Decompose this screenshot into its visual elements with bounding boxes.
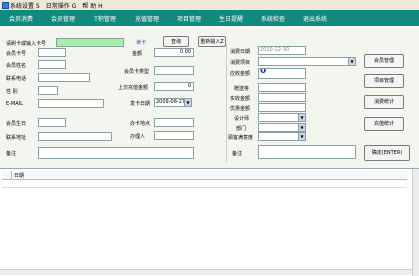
menu-daily-label: 日常操作 G [45,2,77,10]
menu-bar: 系统设置 S 日常操作 G 帮 助 H [0,0,419,10]
designer-label: 设计师 [234,116,250,122]
last-recharge-field[interactable]: 0 [154,82,194,91]
issue-date-label: 发卡日期 [130,101,151,107]
gender-label: 性 别 [6,89,18,95]
app-icon [2,1,9,9]
toolbar-birthday-reminder[interactable]: 生日提醒 [214,14,248,23]
designer-select[interactable]: ▼ [258,113,306,122]
birthday-label: 会员生日 [6,121,27,127]
grid-column-date[interactable]: 日期 [14,172,24,179]
toolbar-exit[interactable]: 退出系统 [298,14,332,23]
confirm-button[interactable]: 确定(ENTER) [364,145,410,161]
card-no-label: 会员卡号 [6,51,27,57]
issue-date-value: 2009-08-27 [156,99,186,105]
department-select[interactable]: ▼ [258,123,306,132]
handler-field[interactable] [154,131,194,140]
records-grid: 日期 [0,168,419,276]
phone-field[interactable] [38,73,90,82]
remark-field[interactable] [38,147,194,159]
menu-system-label: 系统设置 S [10,2,40,10]
gender-field[interactable] [38,86,58,95]
amount-field[interactable]: 0.00 [154,48,194,57]
card-no-field[interactable] [38,48,66,57]
toolbar-points-manage[interactable]: T积管理 [88,14,122,23]
address-label: 联系地址 [6,135,27,141]
discount-field[interactable] [258,103,306,112]
right-remark-field[interactable] [258,145,356,159]
chevron-down-icon: ▼ [298,124,305,131]
birthday-field[interactable] [38,118,66,127]
query-button[interactable]: 查询 [163,36,189,47]
last-recharge-label: 上次充值金额 [118,85,149,91]
issue-place-field[interactable] [154,118,194,127]
handler-label: 办理人 [130,134,146,140]
consume-item-select[interactable]: ▼ [258,57,356,66]
toolbar-system-check[interactable]: 系统检查 [256,14,290,23]
grid-vertical-scrollbar[interactable] [412,169,419,276]
consume-form: 请刷卡或输入卡号 读卡 查询 重新输入Z 会员卡号 会员姓名 联系电话 性 别 … [0,26,419,168]
email-field[interactable] [38,99,104,108]
menu-system[interactable]: 系统设置 S [2,1,40,10]
toolbar-item-manage[interactable]: 项目管理 [172,14,206,23]
toolbar-member-consume[interactable]: 会员消费 [4,14,38,23]
satisfaction-select[interactable]: ▼ [258,132,306,141]
issue-place-label: 办卡地点 [130,121,151,127]
member-manage-button[interactable]: 会员管理 [364,54,404,68]
recharge-stats-button[interactable]: 充值统计 [364,117,404,131]
due-amount-label: 应收金额 [230,71,251,77]
satisfaction-label: 顾客满意度 [228,135,254,141]
toolbar-recharge-manage[interactable]: 充值管理 [130,14,164,23]
due-amount-value: 0 [260,68,267,76]
card-type-label: 会员卡类型 [124,69,150,75]
email-label: E-MAIL [6,101,23,107]
read-card-link[interactable]: 读卡 [136,39,146,46]
menu-help-label: 帮 助 H [82,2,103,10]
grid-row-selector-header [2,171,12,180]
card-type-field[interactable] [154,66,194,75]
reset-input-button[interactable]: 重新输入Z [198,36,226,47]
consume-item-label: 消费项目 [230,60,251,66]
remark-label: 备注 [6,151,17,157]
menu-daily[interactable]: 日常操作 G [46,1,77,10]
chevron-down-icon: ▼ [298,133,305,140]
coupon-label: 赠送劵 [234,86,250,92]
name-field[interactable] [38,60,66,69]
actual-amount-label: 实收金额 [230,96,251,102]
chevron-down-icon: ▼ [184,99,191,106]
consume-stats-button[interactable]: 消费统计 [364,95,404,109]
name-label: 会员姓名 [6,63,27,69]
grid-horizontal-scrollbar[interactable] [0,269,412,275]
phone-label: 联系电话 [6,76,27,82]
main-toolbar: 会员消费 会员管理 T积管理 充值管理 项目管理 生日提醒 系统检查 退出系统 [0,10,419,26]
chevron-down-icon: ▼ [298,114,305,121]
coupon-field[interactable] [258,83,306,92]
right-remark-label: 备注 [232,151,243,157]
department-label: 部门 [236,126,247,132]
card-prompt-label: 请刷卡或输入卡号 [6,41,47,47]
discount-label: 优惠金额 [230,106,251,112]
chevron-down-icon: ▼ [348,58,355,65]
grid-empty-row [2,180,407,188]
grid-header: 日期 [2,171,407,180]
address-field[interactable] [38,132,112,141]
amount-label: 金额 [132,51,143,57]
toolbar-member-manage[interactable]: 会员管理 [46,14,80,23]
menu-help[interactable]: 帮 助 H [82,1,102,10]
consume-date-label: 消费日期 [230,49,251,55]
issue-date-select[interactable]: 2009-08-27 ▼ [154,98,192,107]
actual-amount-field[interactable] [258,93,306,102]
item-manage-button[interactable]: 项目管理 [364,74,404,88]
due-amount-field[interactable]: 0 [258,68,306,79]
card-number-input[interactable] [56,38,124,47]
consume-date-field[interactable]: 2010-12-30 [258,46,306,55]
column-divider [226,44,227,162]
